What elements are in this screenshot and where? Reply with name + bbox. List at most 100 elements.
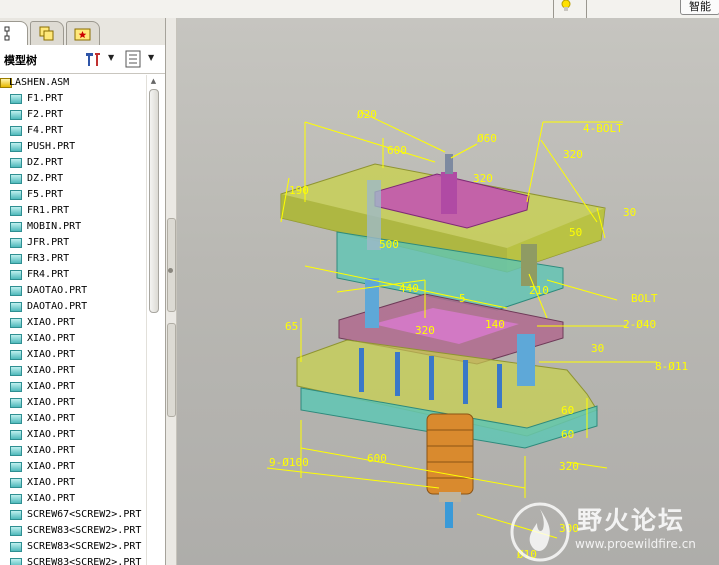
part-icon bbox=[10, 254, 22, 264]
part-icon bbox=[10, 174, 22, 184]
splitter-handle[interactable] bbox=[167, 218, 176, 312]
tree-item-assembly[interactable]: LASHEN.ASM bbox=[0, 75, 146, 91]
tree-item-label: FR1.PRT bbox=[27, 205, 70, 216]
tree-item-label: LASHEN.ASM bbox=[9, 77, 70, 88]
tree-item-label: XIAO.PRT bbox=[27, 445, 76, 456]
lightbulb-icon[interactable] bbox=[561, 0, 571, 12]
tree-item-part[interactable]: SCREW67<SCREW2>.PRT bbox=[0, 507, 146, 523]
tree-item-part[interactable]: XIAO.PRT bbox=[0, 363, 146, 379]
tree-item-label: PUSH.PRT bbox=[27, 141, 76, 152]
tree-item-part[interactable]: XIAO.PRT bbox=[0, 443, 146, 459]
tree-item-part[interactable]: F5.PRT bbox=[0, 187, 146, 203]
tree-item-part[interactable]: JFR.PRT bbox=[0, 235, 146, 251]
tree-item-part[interactable]: XIAO.PRT bbox=[0, 315, 146, 331]
tree-item-part[interactable]: XIAO.PRT bbox=[0, 379, 146, 395]
part-icon bbox=[10, 350, 22, 360]
dim-label: 440 bbox=[399, 282, 419, 295]
tree-item-label: XIAO.PRT bbox=[27, 381, 76, 392]
dim-label: 5 bbox=[459, 292, 466, 305]
top-toolbar-strip: 智能 bbox=[0, 0, 719, 19]
settings-dropdown-arrow[interactable]: ▼ bbox=[108, 53, 114, 62]
tree-item-part[interactable]: F2.PRT bbox=[0, 107, 146, 123]
part-icon bbox=[10, 238, 22, 248]
panel-splitter[interactable] bbox=[166, 18, 177, 565]
tree-item-label: SCREW83<SCREW2>.PRT bbox=[27, 557, 142, 565]
tab-folder-browser[interactable] bbox=[30, 21, 64, 45]
tree-item-part[interactable]: XIAO.PRT bbox=[0, 427, 146, 443]
dim-label: 2-Ø40 bbox=[623, 318, 656, 331]
dim-label: 30 bbox=[623, 206, 636, 219]
tree-item-label: FR3.PRT bbox=[27, 253, 70, 264]
tree-item-part[interactable]: XIAO.PRT bbox=[0, 347, 146, 363]
tree-settings-icon[interactable] bbox=[84, 50, 102, 68]
tree-item-label: DZ.PRT bbox=[27, 157, 64, 168]
part-icon bbox=[10, 190, 22, 200]
assembly-model-drawing[interactable]: Ø20 Ø60 4-BOLT 600 320 30 190 320 500 50… bbox=[177, 18, 719, 565]
part-icon bbox=[10, 126, 22, 136]
part-icon bbox=[10, 366, 22, 376]
tree-item-part[interactable]: DAOTAO.PRT bbox=[0, 299, 146, 315]
model-tree-icon bbox=[4, 26, 10, 41]
top-stem bbox=[441, 172, 457, 214]
tree-item-part[interactable]: F4.PRT bbox=[0, 123, 146, 139]
graphics-window[interactable]: Ø20 Ø60 4-BOLT 600 320 30 190 320 500 50… bbox=[177, 18, 719, 565]
tree-item-part[interactable]: XIAO.PRT bbox=[0, 491, 146, 507]
tree-item-label: XIAO.PRT bbox=[27, 493, 76, 504]
show-dropdown-arrow[interactable]: ▼ bbox=[148, 53, 154, 62]
ejector-pin bbox=[497, 364, 502, 408]
tree-item-part[interactable]: MOBIN.PRT bbox=[0, 219, 146, 235]
dim-label: 500 bbox=[379, 238, 399, 251]
tree-item-part[interactable]: PUSH.PRT bbox=[0, 139, 146, 155]
tree-item-part[interactable]: XIAO.PRT bbox=[0, 475, 146, 491]
tree-item-part[interactable]: SCREW83<SCREW2>.PRT bbox=[0, 539, 146, 555]
tree-item-label: F1.PRT bbox=[27, 93, 64, 104]
tree-item-part[interactable]: DZ.PRT bbox=[0, 155, 146, 171]
tree-item-label: F2.PRT bbox=[27, 109, 64, 120]
part-icon bbox=[10, 510, 22, 520]
scroll-thumb[interactable] bbox=[149, 89, 159, 313]
part-icon bbox=[10, 558, 22, 565]
tree-item-part[interactable]: FR1.PRT bbox=[0, 203, 146, 219]
part-icon bbox=[10, 414, 22, 424]
splitter-grip[interactable] bbox=[168, 268, 173, 273]
part-icon bbox=[10, 398, 22, 408]
model-tree-toolbar: 模型树 ▼ ▼ bbox=[0, 45, 165, 74]
tree-item-part[interactable]: XIAO.PRT bbox=[0, 459, 146, 475]
dim-label: 8-Ø11 bbox=[655, 360, 688, 373]
dim-label: 320 bbox=[563, 148, 583, 161]
top-pin bbox=[445, 154, 453, 174]
smart-filter-button[interactable]: 智能 bbox=[680, 0, 719, 15]
splitter-handle[interactable] bbox=[167, 323, 176, 417]
tree-item-part[interactable]: DZ.PRT bbox=[0, 171, 146, 187]
favorites-icon bbox=[74, 28, 91, 41]
ejector-pin bbox=[463, 360, 468, 404]
dim-label: 9-Ø100 bbox=[269, 456, 309, 469]
part-icon bbox=[10, 430, 22, 440]
part-icon bbox=[10, 462, 22, 472]
tree-item-label: F4.PRT bbox=[27, 125, 64, 136]
tree-show-icon[interactable] bbox=[124, 49, 142, 69]
tree-scrollbar[interactable]: ▲ bbox=[146, 75, 160, 565]
tree-item-part[interactable]: XIAO.PRT bbox=[0, 331, 146, 347]
dim-label: 320 bbox=[559, 460, 579, 473]
tab-model-tree[interactable] bbox=[0, 21, 28, 46]
tree-item-part[interactable]: XIAO.PRT bbox=[0, 411, 146, 427]
part-icon bbox=[10, 334, 22, 344]
scroll-up-arrow[interactable]: ▲ bbox=[149, 77, 158, 86]
tree-item-part[interactable]: SCREW83<SCREW2>.PRT bbox=[0, 523, 146, 539]
part-icon bbox=[10, 270, 22, 280]
part-icon bbox=[10, 110, 22, 120]
tree-item-part[interactable]: FR3.PRT bbox=[0, 251, 146, 267]
tree-item-part[interactable]: DAOTAO.PRT bbox=[0, 283, 146, 299]
tree-item-part[interactable]: F1.PRT bbox=[0, 91, 146, 107]
tree-item-label: SCREW83<SCREW2>.PRT bbox=[27, 525, 142, 536]
tree-item-label: DAOTAO.PRT bbox=[27, 301, 88, 312]
dim-label: 190 bbox=[289, 184, 309, 197]
tab-favorites[interactable] bbox=[66, 21, 100, 45]
dim-label: Ø60 bbox=[477, 132, 497, 145]
tree-item-part[interactable]: XIAO.PRT bbox=[0, 395, 146, 411]
navigator-panel: 模型树 ▼ ▼ LASHEN.ASM F1.PRT F2.PRT F4.PRT PUSH… bbox=[0, 18, 166, 565]
tree-item-label: XIAO.PRT bbox=[27, 461, 76, 472]
tree-item-part[interactable]: SCREW83<SCREW2>.PRT bbox=[0, 555, 146, 565]
tree-item-part[interactable]: FR4.PRT bbox=[0, 267, 146, 283]
